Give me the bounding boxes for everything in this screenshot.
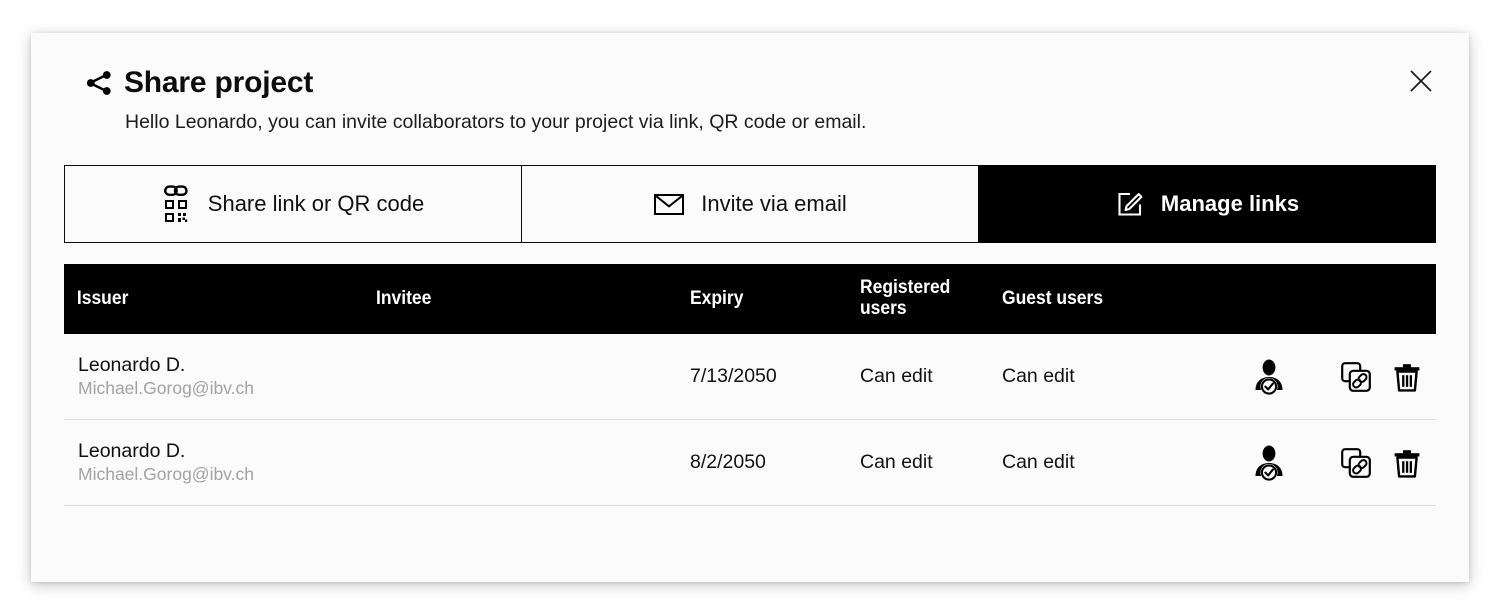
manage-links-table: Issuer Invitee Expiry Registered users G… (64, 264, 1436, 506)
issuer-name: Leonardo D. (78, 440, 376, 463)
trash-icon[interactable] (1392, 447, 1422, 479)
close-icon (1407, 67, 1435, 95)
cell-actions (1340, 361, 1436, 393)
column-header-guest-users: Guest users (1002, 289, 1182, 310)
close-button[interactable] (1401, 61, 1441, 101)
issuer-name: Leonardo D. (78, 354, 376, 377)
table-row: Leonardo D. Michael.Gorog@ibv.ch 7/13/20… (64, 334, 1436, 420)
page-title: Share project (124, 68, 313, 98)
tab-manage-links[interactable]: Manage links (978, 165, 1436, 243)
cell-issuer: Leonardo D. Michael.Gorog@ibv.ch (64, 354, 376, 400)
tab-label: Share link or QR code (208, 191, 424, 217)
tab-label: Invite via email (701, 191, 847, 217)
issuer-email: Michael.Gorog@ibv.ch (78, 378, 376, 400)
cell-registered-users: Can edit (860, 451, 1002, 474)
table-header-row: Issuer Invitee Expiry Registered users G… (64, 264, 1436, 334)
dialog-header: Share project Hello Leonardo, you can in… (31, 33, 1469, 134)
user-verified-icon (1252, 357, 1286, 397)
cell-expiry: 7/13/2050 (690, 365, 860, 388)
column-header-registered-users: Registered users (860, 278, 991, 319)
link-qr-code-icon (162, 182, 192, 226)
title-row: Share project (31, 61, 1469, 105)
cell-guest-users: Can edit (1002, 365, 1198, 388)
column-header-issuer: Issuer (64, 289, 351, 310)
cell-status (1198, 443, 1340, 483)
issuer-email: Michael.Gorog@ibv.ch (78, 464, 376, 486)
tab-invite-via-email[interactable]: Invite via email (521, 165, 978, 243)
copy-link-icon[interactable] (1340, 447, 1372, 479)
envelope-icon (653, 191, 685, 217)
share-icon (84, 68, 114, 98)
share-mode-tabs: Share link or QR code Invite via email M… (64, 165, 1436, 243)
copy-link-icon[interactable] (1340, 361, 1372, 393)
column-header-invitee: Invitee (376, 289, 665, 310)
edit-square-icon (1115, 189, 1145, 219)
dialog-subtitle: Hello Leonardo, you can invite collabora… (31, 111, 1469, 134)
table-row: Leonardo D. Michael.Gorog@ibv.ch 8/2/205… (64, 420, 1436, 506)
cell-expiry: 8/2/2050 (690, 451, 860, 474)
tab-share-link-qr[interactable]: Share link or QR code (64, 165, 521, 243)
user-verified-icon (1252, 443, 1286, 483)
column-header-expiry: Expiry (690, 289, 846, 310)
share-project-dialog: Share project Hello Leonardo, you can in… (31, 33, 1469, 582)
tab-label: Manage links (1161, 191, 1299, 217)
cell-registered-users: Can edit (860, 365, 1002, 388)
cell-issuer: Leonardo D. Michael.Gorog@ibv.ch (64, 440, 376, 486)
trash-icon[interactable] (1392, 361, 1422, 393)
cell-status (1198, 357, 1340, 397)
cell-guest-users: Can edit (1002, 451, 1198, 474)
cell-actions (1340, 447, 1436, 479)
